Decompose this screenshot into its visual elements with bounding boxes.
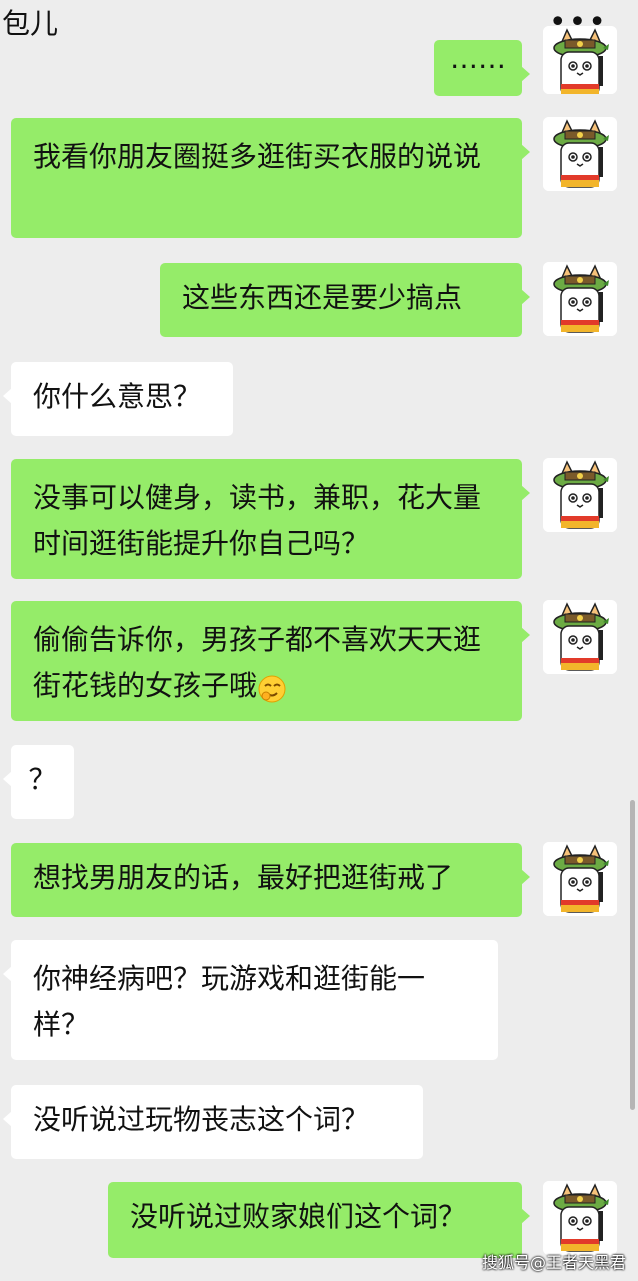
avatar[interactable] [543,26,617,94]
avatar[interactable] [543,262,617,336]
message-bubble-mine[interactable]: 没事可以健身，读书，兼职，花大量时间逛街能提升你自己吗？ [11,459,530,579]
message-text: 想找男朋友的话，最好把逛街戒了 [33,861,454,894]
message-text: 这些东西还是要少搞点 [182,281,463,314]
message-bubble-mine[interactable]: 这些东西还是要少搞点 [160,263,530,337]
avatar[interactable] [543,600,617,674]
message-text: 你什么意思？ [33,380,202,413]
message-text: 没事可以健身，读书，兼职，花大量时间逛街能提升你自己吗？ [33,481,482,560]
avatar[interactable] [543,842,617,916]
avatar[interactable] [543,458,617,532]
avatar[interactable] [543,1181,617,1255]
message-bubble-mine[interactable]: …… [434,40,530,96]
message-bubble-mine[interactable]: 我看你朋友圈挺多逛街买衣服的说说 [11,118,530,238]
message-text: ？ [28,763,57,796]
cartoon-avatar-icon [543,26,617,94]
message-bubble-mine[interactable]: 偷偷告诉你，男孩子都不喜欢天天逛街花钱的女孩子哦 [11,601,530,721]
message-text: 我看你朋友圈挺多逛街买衣服的说说 [33,140,482,173]
shy-laugh-emoji-icon [257,672,287,703]
avatar[interactable] [543,117,617,191]
cartoon-avatar-icon [543,1181,617,1255]
message-bubble-mine[interactable]: 想找男朋友的话，最好把逛街戒了 [11,843,530,917]
message-bubble-theirs[interactable]: ？ [3,745,74,819]
message-bubble-theirs[interactable]: 你什么意思？ [3,362,233,436]
chat-title: 包儿 [2,7,59,40]
message-bubble-theirs[interactable]: 你神经病吧？玩游戏和逛街能一样？ [3,940,498,1060]
message-bubble-mine[interactable]: 没听说过败家娘们这个词？ [108,1182,530,1258]
message-bubble-theirs[interactable]: 没听说过玩物丧志这个词？ [3,1085,423,1159]
message-text: …… [450,42,506,75]
cartoon-avatar-icon [543,600,617,674]
message-text: 没听说过玩物丧志这个词？ [33,1103,370,1136]
watermark: 搜狐号@王者天黑君 [481,1253,626,1272]
cartoon-avatar-icon [543,842,617,916]
message-text: 没听说过败家娘们这个词？ [130,1200,467,1233]
cartoon-avatar-icon [543,262,617,336]
message-text: 你神经病吧？玩游戏和逛街能一样？ [33,962,426,1041]
cartoon-avatar-icon [543,117,617,191]
cartoon-avatar-icon [543,458,617,532]
scrollbar[interactable] [630,800,635,1110]
